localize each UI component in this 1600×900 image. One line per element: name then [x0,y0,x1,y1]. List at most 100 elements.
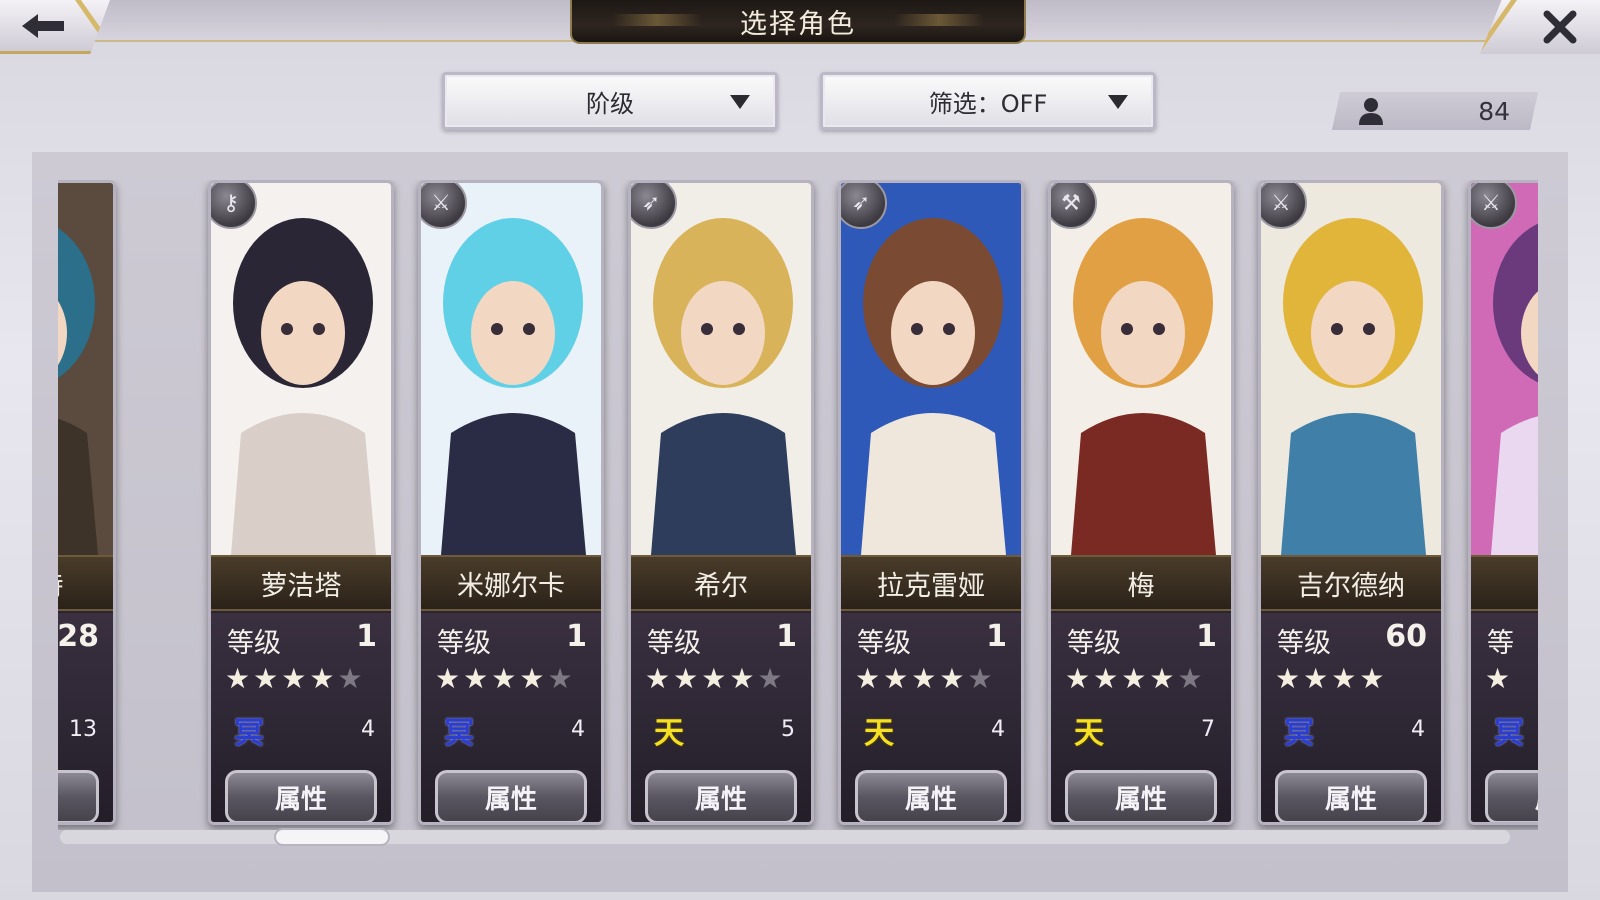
character-portrait [421,183,601,555]
character-portrait [211,183,391,555]
level-value: 1 [566,619,587,654]
character-name: 希尔 [631,555,811,611]
star-rating: ★ ★ ★ ★ [1275,665,1384,693]
back-arrow-icon [22,13,64,38]
star-icon: ★ [645,662,671,695]
character-portrait [1051,183,1231,555]
character-count: 4 [361,717,375,742]
attribute-button[interactable]: 属性 [1275,770,1427,822]
level-label: 等级 [1067,628,1121,659]
character-count: 5 [781,717,795,742]
character-stats: 等级 1 ★ ★ ★ ★ ★ 冥 4 属性 [211,613,391,822]
star-icon: ★ [337,662,363,695]
character-stats: 等 ★ 冥属性 [1471,613,1538,822]
character-card[interactable]: ⚔等★冥属性 [1468,180,1538,825]
level-value: 1 [356,619,377,654]
back-button[interactable] [0,0,110,54]
character-name: 拉克雷娅 [841,555,1021,611]
rank-sort-label: 阶级 [586,89,634,118]
attribute-button[interactable]: 属性 [1485,770,1538,822]
character-card[interactable]: ⚷ 萝洁塔 等级 1 ★ ★ ★ ★ ★ 冥 4 属性 [208,180,394,825]
level-label: 等级 [857,628,911,659]
rank-sort-dropdown[interactable]: 阶级 [442,72,778,130]
star-icon: ★ [883,662,909,695]
star-rating: ★ ★ ★ ★ ★ [855,665,993,693]
star-icon: ★ [967,662,993,695]
character-stats: 等级 1 ★ ★ ★ ★ ★ 天 7 属性 [1051,613,1231,822]
character-name: 尼迪特 [58,555,113,611]
star-icon: ★ [309,662,335,695]
star-icon: ★ [463,662,489,695]
character-name: 吉尔德纳 [1261,555,1441,611]
character-carousel[interactable]: ⚔尼迪特级28★★★★冥13属性⚷萝洁塔等级1★★★★★冥4属性⚔米娜尔卡等级1… [58,180,1538,830]
character-card[interactable]: ➶ 希尔 等级 1 ★ ★ ★ ★ ★ 天 5 属性 [628,180,814,825]
character-portrait [58,183,113,555]
character-name: 萝洁塔 [211,555,391,611]
element-icon: 冥 [1494,716,1524,751]
attribute-button[interactable]: 属性 [225,770,377,822]
character-count: 4 [571,717,585,742]
star-icon: ★ [855,662,881,695]
star-rating: ★ ★ ★ ★ ★ [1065,665,1203,693]
level-label: 等级 [647,628,701,659]
character-count: 4 [1411,717,1425,742]
scrollbar-thumb[interactable] [274,828,390,846]
character-card[interactable]: ⚔ 米娜尔卡 等级 1 ★ ★ ★ ★ ★ 冥 4 属性 [418,180,604,825]
character-count: 13 [69,717,97,742]
chevron-down-icon [730,95,750,109]
owned-count-badge: 84 [1336,92,1534,130]
star-rating: ★ ★ ★ ★ ★ [645,665,783,693]
character-card[interactable]: ⚔ 吉尔德纳 等级 60 ★ ★ ★ ★ 冥 4 属性 [1258,180,1444,825]
character-stats: 级28★★★★冥13属性 [58,613,113,822]
character-card[interactable]: ➶ 拉克雷娅 等级 1 ★ ★ ★ ★ ★ 天 4 属性 [838,180,1024,825]
star-icon: ★ [491,662,517,695]
character-card[interactable]: ⚒ 梅等级 1 ★ ★ ★ ★ ★ 天 7 属性 [1048,180,1234,825]
element-icon: 冥 [444,716,474,751]
level-value: 28 [58,619,99,654]
page-title: 选择角色 [570,0,1026,44]
character-name: 米娜尔卡 [421,555,601,611]
level-label: 等 [1487,628,1514,659]
character-portrait [1261,183,1441,555]
chevron-down-icon [1108,95,1128,109]
star-rating: ★ ★ ★ ★ ★ [435,665,573,693]
level-value: 1 [1196,619,1217,654]
close-icon [1543,10,1577,44]
character-name [1471,555,1538,611]
person-icon [1359,98,1383,125]
level-value: 1 [986,619,1007,654]
attribute-button[interactable]: 属性 [855,770,1007,822]
star-icon: ★ [225,662,251,695]
star-icon: ★ [435,662,461,695]
star-icon: ★ [1093,662,1119,695]
attribute-button[interactable]: 属性 [435,770,587,822]
level-value: 1 [776,619,797,654]
star-icon: ★ [911,662,937,695]
star-icon: ★ [519,662,545,695]
character-count: 4 [991,717,1005,742]
star-icon: ★ [1275,662,1301,695]
element-icon: 天 [1074,716,1104,751]
character-portrait [1471,183,1538,555]
star-icon: ★ [253,662,279,695]
attribute-button[interactable]: 属性 [58,770,99,822]
character-stats: 等级 60 ★ ★ ★ ★ 冥 4 属性 [1261,613,1441,822]
star-icon: ★ [1177,662,1203,695]
star-rating: ★ [1485,665,1510,693]
level-value: 60 [1385,619,1427,654]
filter-label: 筛选：OFF [928,89,1048,118]
star-icon: ★ [1359,662,1385,695]
element-icon: 冥 [234,716,264,751]
star-icon: ★ [1303,662,1329,695]
character-name: 梅 [1051,555,1231,611]
star-icon: ★ [1485,662,1511,695]
star-icon: ★ [701,662,727,695]
element-icon: 天 [654,716,684,751]
attribute-button[interactable]: 属性 [1065,770,1217,822]
filter-dropdown[interactable]: 筛选：OFF [820,72,1156,130]
character-card[interactable]: ⚔尼迪特级28★★★★冥13属性 [58,180,116,825]
level-label: 等级 [437,628,491,659]
element-icon: 天 [864,716,894,751]
attribute-button[interactable]: 属性 [645,770,797,822]
character-count: 7 [1201,717,1215,742]
